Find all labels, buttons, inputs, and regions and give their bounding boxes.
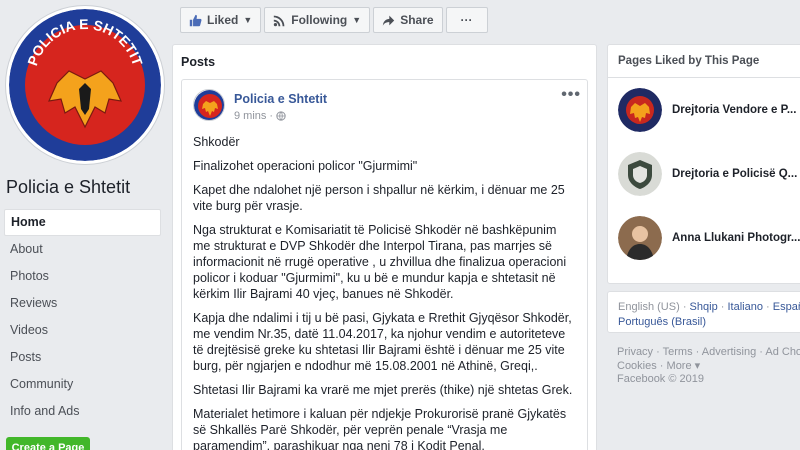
post-author-name[interactable]: Policia e Shtetit <box>234 92 327 106</box>
liked-pages-panel: Pages Liked by This Page Drejtoria Vendo… <box>607 44 800 284</box>
police-badge-logo-small <box>194 90 224 120</box>
left-nav: Home About Photos Reviews Videos Posts C… <box>4 209 161 425</box>
post-author-avatar[interactable] <box>193 89 225 121</box>
liked-pages-heading[interactable]: Pages Liked by This Page <box>618 55 759 67</box>
liked-page-item[interactable]: Drejtoria e Policisë Q... <box>618 152 800 196</box>
liked-page-name: Drejtoria e Policisë Q... <box>672 168 798 180</box>
person-photo-icon <box>618 216 662 260</box>
language-option[interactable]: Italiano <box>727 301 762 313</box>
footer-link[interactable]: Ad Choices <box>765 346 800 358</box>
current-language: English (US) <box>618 301 680 313</box>
footer-link[interactable]: Cookies <box>617 360 657 372</box>
nav-item-info-and-ads[interactable]: Info and Ads <box>4 398 161 425</box>
following-button[interactable]: Following ▼ <box>264 7 371 33</box>
nav-item-home[interactable]: Home <box>4 209 161 236</box>
more-dots-icon: ··· <box>460 13 473 27</box>
liked-page-item[interactable]: Drejtoria Vendore e P... <box>618 88 800 132</box>
posts-heading: Posts <box>181 55 216 69</box>
post-body: Shkodër Finalizohet operacioni policor "… <box>193 134 573 450</box>
police-shield-icon <box>618 152 662 196</box>
liked-label: Liked <box>207 13 239 27</box>
post-paragraph: Materialet hetimore i kaluan për ndjekje… <box>193 407 567 450</box>
divider <box>608 77 800 78</box>
profile-picture[interactable]: POLICIA E SHTETIT <box>6 6 164 164</box>
post-timestamp[interactable]: 9 mins <box>234 110 266 122</box>
chevron-down-icon: ▼ <box>352 15 362 25</box>
post-paragraph: Shkodër <box>193 135 240 149</box>
share-label: Share <box>400 13 434 27</box>
police-badge-logo: POLICIA E SHTETIT <box>9 9 161 161</box>
nav-item-community[interactable]: Community <box>4 371 161 398</box>
post-paragraph: Nga strukturat e Komisariatit të Policis… <box>193 223 567 301</box>
liked-page-avatar <box>618 216 662 260</box>
share-button[interactable]: Share <box>373 7 443 33</box>
liked-page-name: Anna Llukani Photogr... <box>672 232 800 244</box>
chevron-down-icon: ▼ <box>243 15 253 25</box>
post-paragraph: Kapja dhe ndalimi i tij u bë pasi, Gjyka… <box>193 311 572 373</box>
footer-link[interactable]: Privacy <box>617 346 653 358</box>
following-label: Following <box>291 13 348 27</box>
liked-page-avatar <box>618 88 662 132</box>
share-arrow-icon <box>383 15 395 26</box>
liked-page-item[interactable]: Anna Llukani Photogr... <box>618 216 800 260</box>
language-option[interactable]: Shqip <box>690 301 718 313</box>
copyright: Facebook © 2019 <box>617 373 704 385</box>
page-name: Policia e Shtetit <box>6 177 131 197</box>
liked-page-avatar <box>618 152 662 196</box>
page-action-bar: Liked ▼ Following ▼ Share ··· <box>180 7 488 33</box>
footer-link[interactable]: Advertising <box>702 346 756 358</box>
footer-links: Privacy · Terms · Advertising · Ad Choic… <box>617 346 800 387</box>
footer-link[interactable]: Terms <box>663 346 693 358</box>
post-options-button[interactable]: ••• <box>561 86 581 104</box>
nav-item-about[interactable]: About <box>4 236 161 263</box>
post-meta: 9 mins · <box>234 110 286 122</box>
thumbs-up-icon <box>189 14 202 26</box>
nav-item-photos[interactable]: Photos <box>4 263 161 290</box>
nav-item-reviews[interactable]: Reviews <box>4 290 161 317</box>
posts-panel: Posts Policia e Shtetit 9 mins · ••• Shk… <box>172 44 597 450</box>
more-actions-button[interactable]: ··· <box>445 7 488 33</box>
language-option[interactable]: Español <box>773 301 800 313</box>
language-selector: English (US) · Shqip · Italiano · Españo… <box>607 291 800 333</box>
post-paragraph: Finalizohet operacioni policor "Gjurmimi… <box>193 159 418 173</box>
liked-page-name: Drejtoria Vendore e P... <box>672 104 797 116</box>
globe-icon <box>276 111 286 121</box>
language-option[interactable]: Português (Brasil) <box>618 316 706 328</box>
nav-item-videos[interactable]: Videos <box>4 317 161 344</box>
post-paragraph: Shtetasi Ilir Bajrami ka vrarë me mjet p… <box>193 383 573 397</box>
police-badge-icon <box>618 88 662 132</box>
liked-button[interactable]: Liked ▼ <box>180 7 262 33</box>
create-page-button[interactable]: Create a Page <box>6 437 90 450</box>
nav-item-posts[interactable]: Posts <box>4 344 161 371</box>
meta-separator: · <box>269 110 274 122</box>
post-paragraph: Kapet dhe ndalohet një person i shpallur… <box>193 183 565 213</box>
footer-link[interactable]: More ▾ <box>667 360 701 372</box>
rss-icon <box>274 15 285 26</box>
post-card: Policia e Shtetit 9 mins · ••• Shkodër F… <box>181 79 588 450</box>
